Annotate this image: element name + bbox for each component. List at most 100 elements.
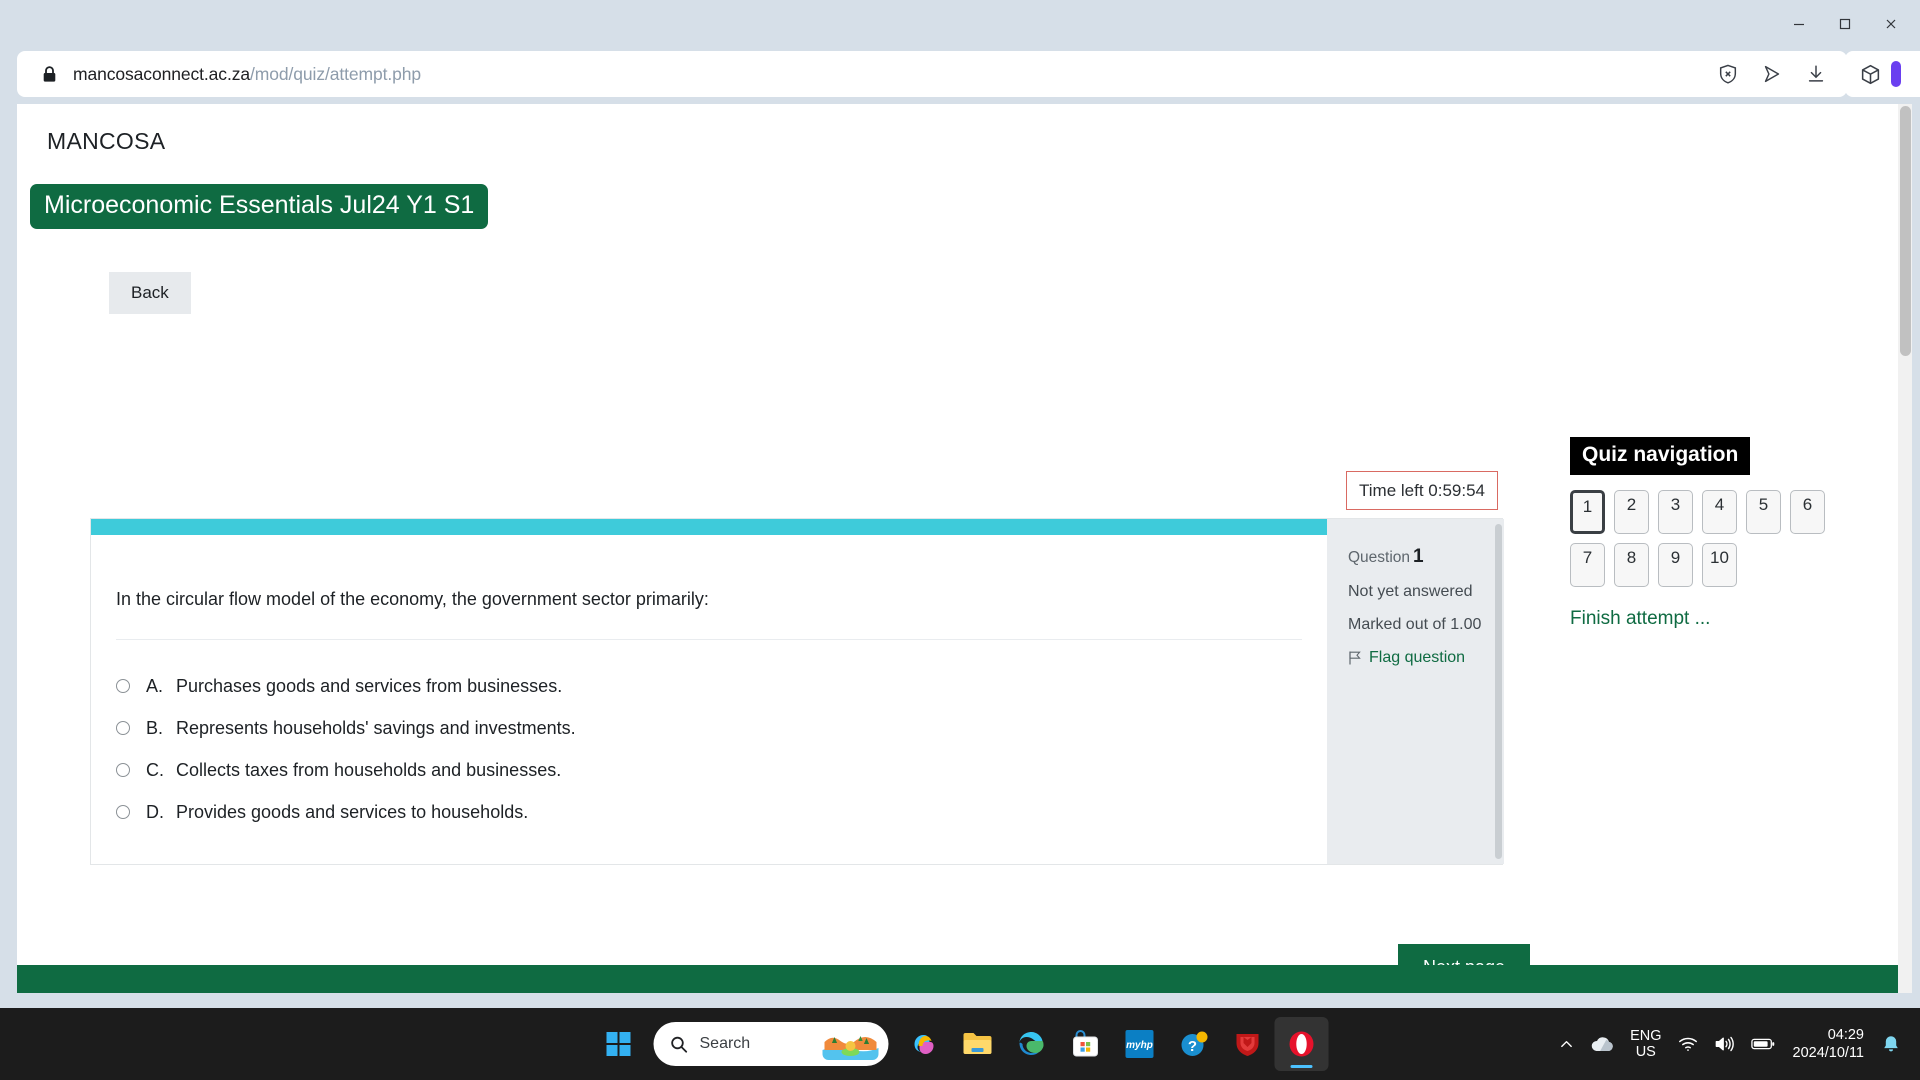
qnav-button-7[interactable]: 7 xyxy=(1570,543,1605,587)
taskbar-center-group: Search myhp ? xyxy=(592,1017,1329,1071)
taskbar-app-microsoft-edge[interactable] xyxy=(1005,1017,1059,1071)
qnav-button-10[interactable]: 10 xyxy=(1702,543,1737,587)
question-card: In the circular flow model of the econom… xyxy=(90,518,1504,865)
question-marks: Marked out of 1.00 xyxy=(1348,616,1482,633)
tray-battery[interactable] xyxy=(1743,1020,1783,1068)
answer-option-a[interactable]: A. Purchases goods and services from bus… xyxy=(116,665,576,707)
radio-d[interactable] xyxy=(116,805,130,819)
language-line-2: US xyxy=(1635,1044,1656,1060)
tray-clock[interactable]: 04:29 2024/10/11 xyxy=(1783,1020,1875,1068)
quiz-timer: Time left 0:59:54 xyxy=(1346,471,1498,510)
minimize-icon xyxy=(1794,23,1804,26)
minimize-button[interactable] xyxy=(1776,4,1822,44)
address-bar-actions xyxy=(1715,51,1829,97)
tray-overflow-button[interactable] xyxy=(1551,1020,1582,1068)
taskbar-app-microsoft-store[interactable] xyxy=(1059,1017,1113,1071)
address-bar[interactable]: mancosaconnect.ac.za/mod/quiz/attempt.ph… xyxy=(17,51,1847,97)
question-word: Question xyxy=(1348,549,1411,566)
taskbar-active-indicator xyxy=(1290,1065,1313,1068)
clock-date: 2024/10/11 xyxy=(1792,1045,1865,1061)
url-path: /mod/quiz/attempt.php xyxy=(250,63,422,84)
taskbar-app-file-explorer[interactable] xyxy=(951,1017,1005,1071)
taskbar-app-copilot[interactable] xyxy=(897,1017,951,1071)
svg-text:?: ? xyxy=(1188,1038,1197,1055)
qnav-button-3[interactable]: 3 xyxy=(1658,490,1693,534)
maximize-button[interactable] xyxy=(1822,4,1868,44)
wifi-icon xyxy=(1678,1037,1697,1051)
flag-question-button[interactable]: Flag question xyxy=(1348,649,1481,667)
search-highlight-image xyxy=(822,1028,879,1060)
radio-c[interactable] xyxy=(116,763,130,777)
page-viewport: MANCOSA Microeconomic Essentials Jul24 Y… xyxy=(17,104,1912,993)
taskbar-search-box[interactable]: Search xyxy=(653,1022,889,1066)
search-placeholder: Search xyxy=(699,1035,751,1052)
taskbar-app-mcafee[interactable] xyxy=(1221,1017,1275,1071)
question-accent-bar xyxy=(91,519,1327,535)
qnav-button-4[interactable]: 4 xyxy=(1702,490,1737,534)
system-tray: ENG US 04:29 2024/10/11 xyxy=(1551,1008,1920,1080)
divider xyxy=(116,639,1302,640)
extension-indicator[interactable] xyxy=(1891,61,1901,87)
flag-icon xyxy=(1349,651,1361,665)
url-text: mancosaconnect.ac.za/mod/quiz/attempt.ph… xyxy=(73,64,421,85)
answer-option-d[interactable]: D. Provides goods and services to househ… xyxy=(116,791,576,833)
finish-attempt-link[interactable]: Finish attempt ... xyxy=(1570,608,1870,630)
close-button[interactable] xyxy=(1868,4,1914,44)
chevron-up-icon xyxy=(1561,1040,1572,1047)
mcafee-icon xyxy=(1236,1034,1259,1056)
svg-text:myhp: myhp xyxy=(1126,1040,1153,1051)
question-state: Not yet answered xyxy=(1348,583,1473,600)
copilot-icon xyxy=(914,1035,934,1054)
download-icon[interactable] xyxy=(1803,61,1829,87)
search-icon xyxy=(670,1035,689,1054)
taskbar-app-opera[interactable] xyxy=(1274,1017,1329,1071)
qnav-button-1[interactable]: 1 xyxy=(1570,490,1605,534)
page-scrollbar[interactable] xyxy=(1898,104,1912,993)
question-body: In the circular flow model of the econom… xyxy=(91,535,1327,864)
clock-time: 04:29 xyxy=(1827,1026,1864,1043)
shield-block-icon[interactable] xyxy=(1715,61,1741,87)
qnav-button-2[interactable]: 2 xyxy=(1614,490,1649,534)
qnav-button-6[interactable]: 6 xyxy=(1790,490,1825,534)
landscape-thumbnail-icon xyxy=(822,1028,879,1060)
tray-language-indicator[interactable]: ENG US xyxy=(1622,1020,1669,1068)
window-controls xyxy=(1776,4,1914,44)
qnav-button-9[interactable]: 9 xyxy=(1658,543,1693,587)
answer-letter-c: C. xyxy=(146,759,164,780)
back-button[interactable]: Back xyxy=(109,272,191,314)
question-text: In the circular flow model of the econom… xyxy=(116,589,709,609)
microsoft-store-icon xyxy=(1073,1030,1098,1057)
browser-titlebar xyxy=(0,0,1920,48)
course-title-badge: Microeconomic Essentials Jul24 Y1 S1 xyxy=(30,184,489,229)
taskbar-app-get-help[interactable]: ? xyxy=(1167,1017,1221,1071)
answer-option-c[interactable]: C. Collects taxes from households and bu… xyxy=(116,749,576,791)
tray-onedrive[interactable] xyxy=(1582,1020,1622,1068)
answer-option-b[interactable]: B. Represents households' savings and in… xyxy=(116,707,576,749)
answer-text-c: Collects taxes from households and busin… xyxy=(176,759,562,780)
maximize-icon xyxy=(1839,18,1851,30)
bell-icon xyxy=(1884,1036,1898,1052)
question-number: 1 xyxy=(1413,546,1424,567)
opera-icon xyxy=(1289,1031,1314,1057)
radio-b[interactable] xyxy=(116,721,130,735)
qnav-button-5[interactable]: 5 xyxy=(1746,490,1781,534)
cube-extension-icon[interactable] xyxy=(1857,61,1883,87)
question-panel-scrollbar[interactable] xyxy=(1495,524,1502,859)
windows-taskbar: Search myhp ? ENG US 04:29 2024/10/11 xyxy=(0,1008,1920,1080)
start-button[interactable] xyxy=(592,1017,646,1071)
taskbar-app-myhp[interactable]: myhp xyxy=(1113,1017,1167,1071)
tray-wifi[interactable] xyxy=(1670,1020,1706,1068)
qnav-button-8[interactable]: 8 xyxy=(1614,543,1649,587)
question-info-panel: Question 1 Not yet answered Marked out of… xyxy=(1327,519,1504,864)
send-icon[interactable] xyxy=(1759,61,1785,87)
tray-notifications[interactable] xyxy=(1874,1020,1908,1068)
onedrive-cloud-icon xyxy=(1591,1036,1613,1051)
radio-a[interactable] xyxy=(116,679,130,693)
tray-volume[interactable] xyxy=(1706,1020,1743,1068)
page-scrollbar-thumb[interactable] xyxy=(1900,106,1911,356)
language-line-1: ENG xyxy=(1630,1027,1662,1044)
page-footer xyxy=(17,965,1898,993)
answer-text-d: Provides goods and services to household… xyxy=(176,801,529,822)
quiz-navigation-block: Quiz navigation 1 2 3 4 5 6 7 8 9 10 Fin… xyxy=(1570,437,1870,630)
answer-options: A. Purchases goods and services from bus… xyxy=(116,665,576,833)
